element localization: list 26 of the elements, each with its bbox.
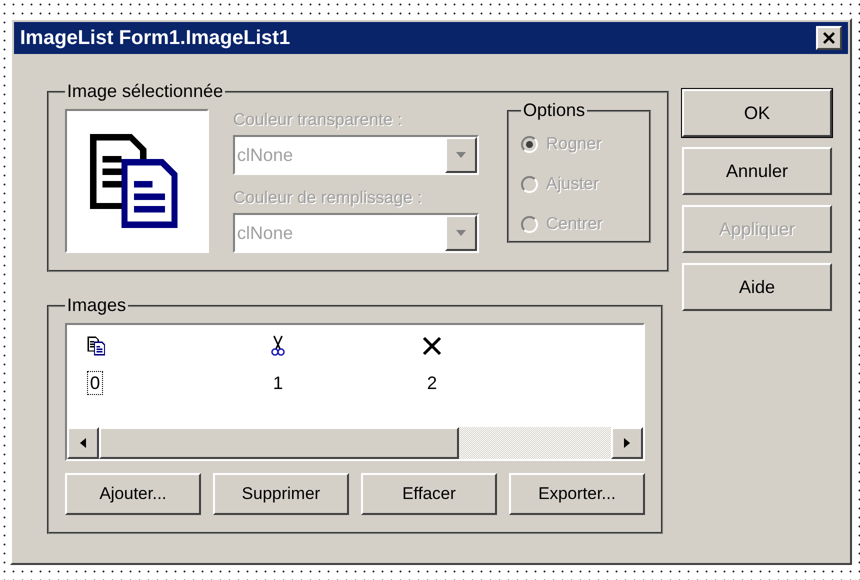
- window-title: ImageList Form1.ImageList1: [20, 26, 292, 51]
- image-button[interactable]: Supprimer: [213, 473, 349, 515]
- scroll-right-button[interactable]: [611, 427, 643, 459]
- image-button[interactable]: Ajouter...: [65, 473, 201, 515]
- caret-icon: [456, 152, 466, 158]
- scrollbar-thumb[interactable]: [99, 427, 459, 459]
- close-button[interactable]: [816, 26, 842, 50]
- group-label: Image sélectionnée: [66, 80, 224, 103]
- image-index[interactable]: 2: [424, 371, 440, 395]
- image-button[interactable]: Effacer: [361, 473, 497, 515]
- dialog-button[interactable]: Aide: [682, 263, 832, 311]
- dialog-button[interactable]: Annuler: [682, 147, 832, 195]
- copy-icon: [87, 336, 107, 356]
- caret-icon: [456, 230, 466, 236]
- right-arrow-icon: [624, 438, 630, 448]
- delete-icon: [422, 336, 442, 356]
- close-icon: [823, 32, 835, 44]
- group-label: Images: [66, 294, 128, 317]
- group-label: Options: [522, 99, 586, 122]
- scissors-icon: [271, 335, 285, 357]
- image-index[interactable]: 1: [270, 371, 286, 395]
- left-arrow-icon: [80, 438, 86, 448]
- dialog-button[interactable]: OK: [682, 89, 832, 137]
- image-index[interactable]: 0: [87, 371, 104, 395]
- image-button[interactable]: Exporter...: [509, 473, 645, 515]
- scroll-left-button[interactable]: [67, 427, 99, 459]
